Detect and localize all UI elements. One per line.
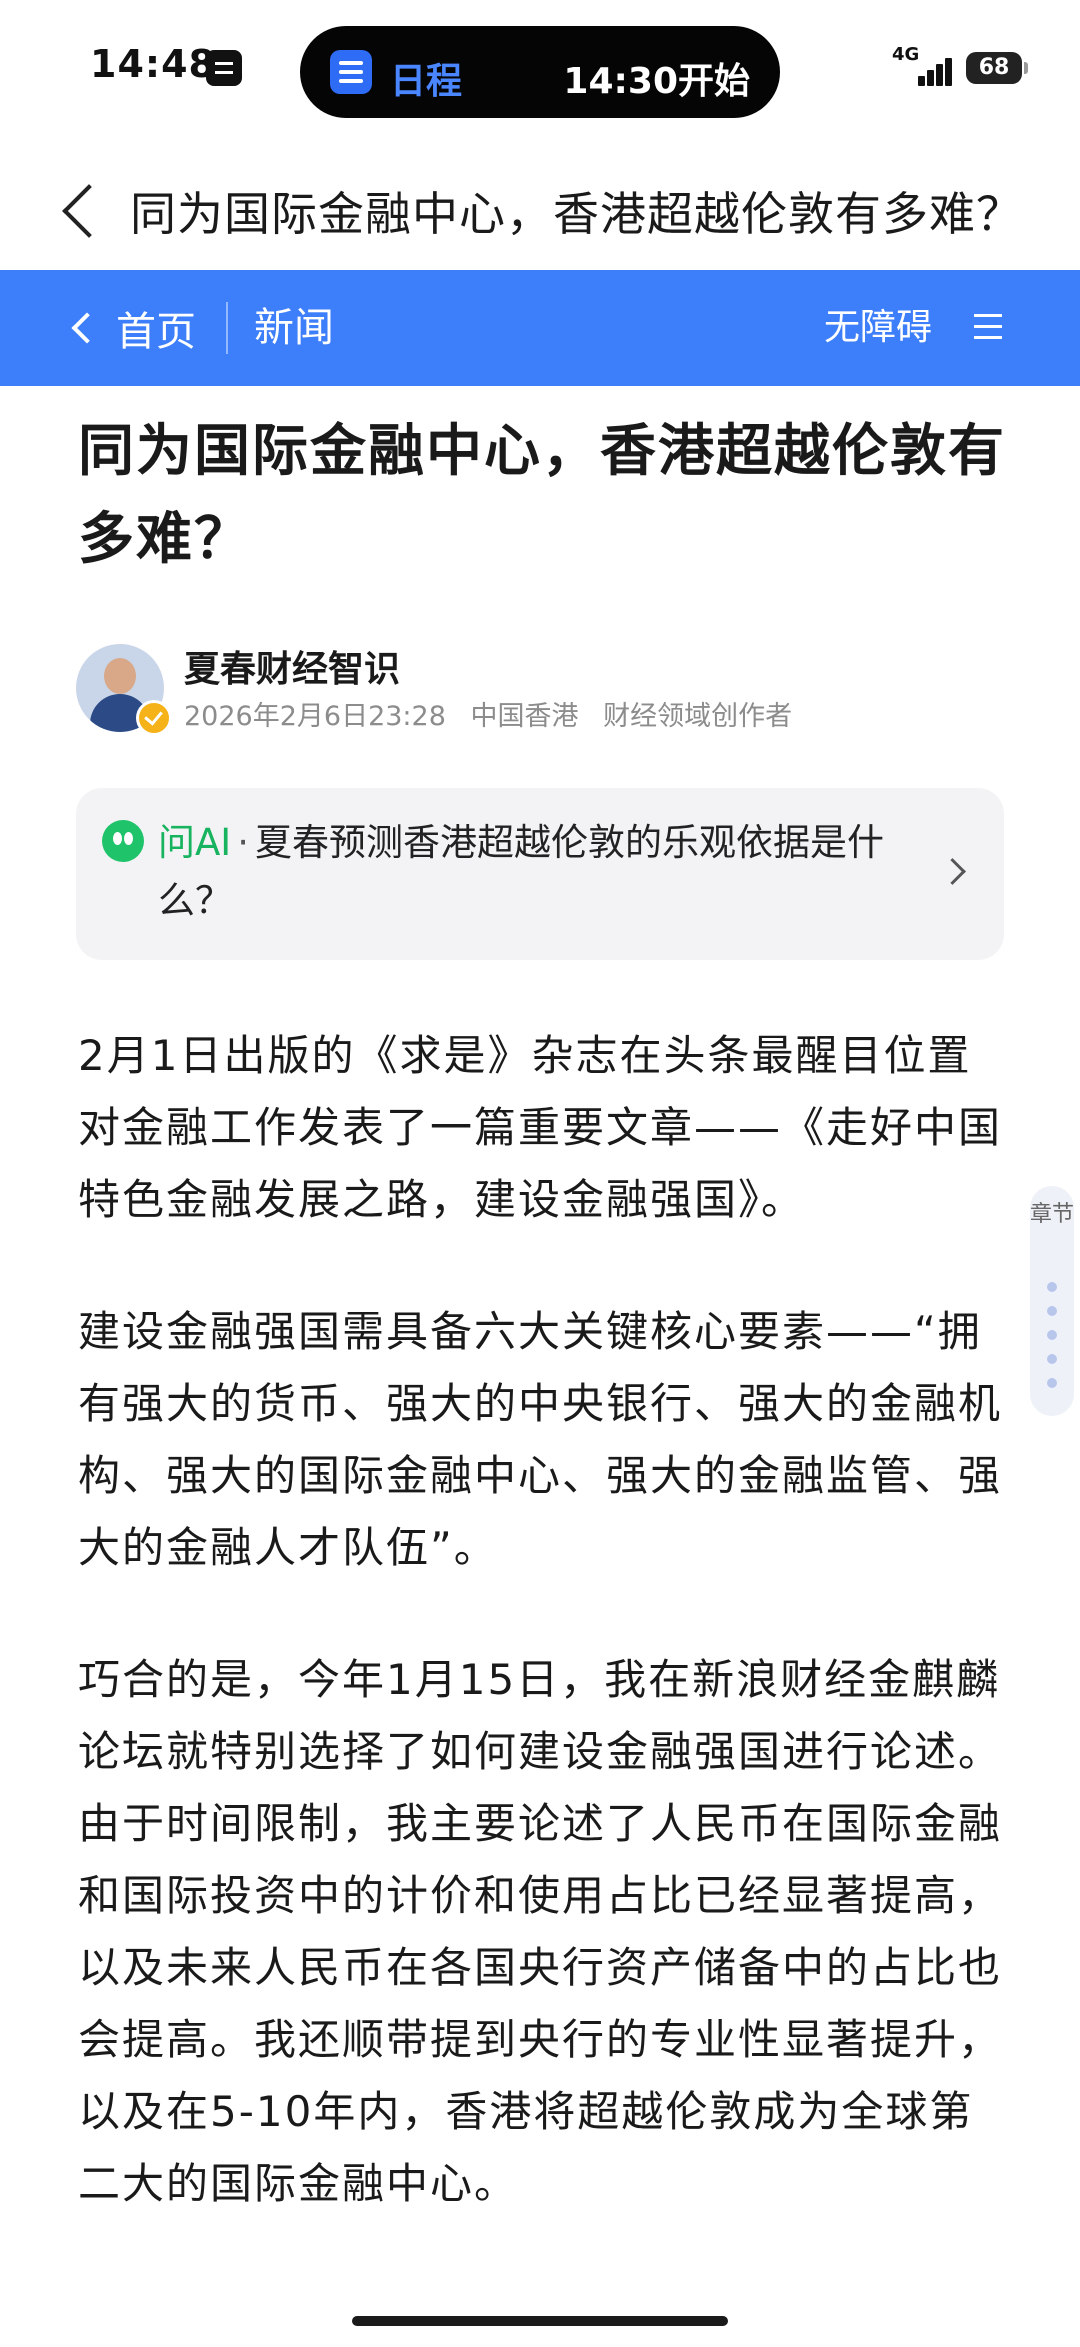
menu-icon[interactable] [974, 312, 1004, 342]
home-indicator[interactable] [352, 2316, 728, 2326]
chevron-right-icon [939, 858, 966, 885]
publish-datetime: 2026年2月6日23:28 [184, 701, 446, 732]
site-nav-bar: 首页 新闻 无障碍 [0, 270, 1080, 386]
chevron-left-icon [71, 312, 103, 344]
chapter-dot [1047, 1378, 1057, 1388]
article-body: 2月1日出版的《求是》杂志在头条最醒目位置对金融工作发表了一篇重要文章——《走好… [78, 1020, 1008, 2280]
notification-app-icon [206, 50, 242, 86]
calendar-icon [330, 50, 372, 94]
nav-section-link[interactable]: 新闻 [254, 300, 334, 356]
island-time: 14:30开始 [563, 61, 750, 102]
chapter-nav-tab[interactable]: 章节 [1030, 1186, 1074, 1416]
chapter-dot [1047, 1354, 1057, 1364]
chapter-dot [1047, 1306, 1057, 1316]
author-meta: 2026年2月6日23:28 中国香港 财经领域创作者 [184, 694, 808, 733]
ai-label: 问AI [158, 821, 232, 864]
verified-badge-icon [136, 700, 172, 736]
author-role: 财经领域创作者 [603, 701, 793, 732]
status-bar: 14:48 日程 14:30开始 4G 68 [0, 0, 1080, 150]
status-time: 14:48 [90, 42, 216, 86]
back-button[interactable] [48, 168, 118, 252]
author-name[interactable]: 夏春财经智识 [184, 640, 400, 692]
author-block: 夏春财经智识 2026年2月6日23:28 中国香港 财经领域创作者 [76, 640, 1006, 740]
ai-assistant-icon [102, 820, 144, 862]
battery-icon: 68 [966, 52, 1028, 84]
chapter-dot [1047, 1282, 1057, 1292]
signal-icon: 4G [892, 44, 954, 88]
ai-question-text: 夏春预测香港超越伦敦的乐观依据是什么？ [158, 821, 884, 922]
island-label: 日程 [390, 61, 463, 102]
nav-home-label: 首页 [116, 309, 196, 355]
back-chevron-icon [62, 184, 116, 238]
ask-ai-card[interactable]: 问AI · 夏春预测香港超越伦敦的乐观依据是什么？ [76, 788, 1004, 960]
chapter-dot [1047, 1330, 1057, 1340]
article-paragraph: 2月1日出版的《求是》杂志在头条最醒目位置对金融工作发表了一篇重要文章——《走好… [78, 1031, 1003, 1224]
nav-divider [226, 302, 228, 354]
accessibility-button[interactable]: 无障碍 [824, 300, 932, 356]
nav-home-link[interactable]: 首页 [70, 300, 196, 356]
article-paragraph: 巧合的是，今年1月15日，我在新浪财经金麒麟论坛就特别选择了如何建设金融强国进行… [78, 1655, 1003, 2208]
article-paragraph: 建设金融强国需具备六大关键核心要素——“拥有强大的货币、强大的中央银行、强大的金… [78, 1307, 1003, 1572]
network-type: 4G [892, 44, 920, 65]
status-indicators: 4G 68 [892, 44, 1028, 90]
ai-question: 问AI · 夏春预测香港超越伦敦的乐观依据是什么？ [158, 814, 938, 930]
dynamic-island-schedule[interactable]: 日程 14:30开始 [300, 26, 780, 118]
page-header: 同为国际金融中心，香港超越伦敦有多难？ [0, 150, 1080, 270]
chapter-label: 章节 [1030, 1202, 1075, 1227]
page-title: 同为国际金融中心，香港超越伦敦有多难？ [130, 187, 1023, 241]
publish-location: 中国香港 [470, 701, 579, 732]
article-title: 同为国际金融中心，香港超越伦敦有多难？ [78, 419, 1006, 572]
ai-separator: · [237, 821, 249, 864]
